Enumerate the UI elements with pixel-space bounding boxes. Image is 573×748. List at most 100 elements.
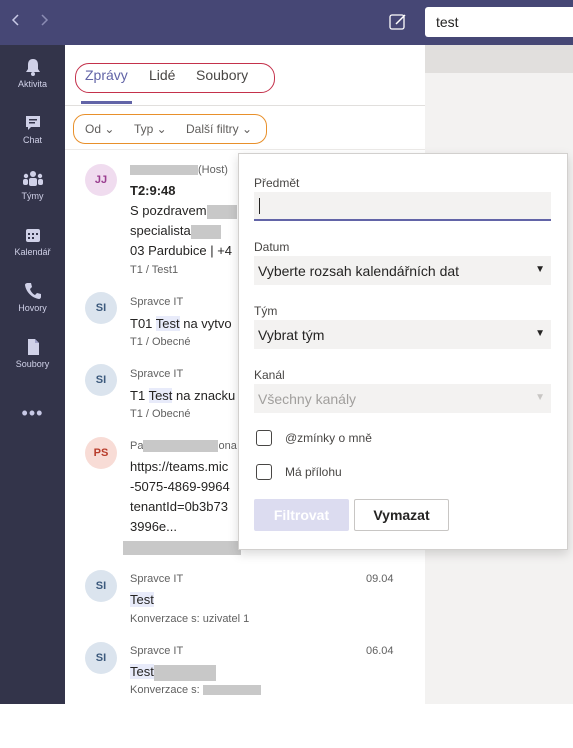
message-line: -5075-4869-9964 <box>130 479 230 494</box>
message-location: T1 / Obecné <box>130 408 191 420</box>
message-line-text: specialista <box>130 223 191 238</box>
date-range-value: Vyberte rozsah kalendářních dat <box>258 263 460 279</box>
tab-people[interactable]: Lidé <box>149 67 175 83</box>
team-label: Tým <box>254 304 278 318</box>
filter-from[interactable]: Od ⌄ <box>85 122 114 136</box>
rail-item-chat[interactable]: Chat <box>0 113 65 145</box>
message-sender: Spravce IT <box>130 645 184 657</box>
message-sender: Pa ona <box>130 440 237 453</box>
team-value: Vybrat tým <box>258 327 325 343</box>
search-highlight: Test <box>130 592 154 607</box>
message-location: T1 / Test1 <box>130 264 179 276</box>
rail-item-teams[interactable]: Týmy <box>0 169 65 201</box>
app-rail: Aktivita Chat Týmy Kalendář Hovory Soubo… <box>0 45 65 704</box>
chevron-left-icon[interactable] <box>10 11 22 32</box>
message-line: 03 Pardubice | +4 <box>130 243 233 258</box>
message-line-prefix: T01 <box>130 316 156 331</box>
avatar: SI <box>85 642 117 674</box>
caret-down-icon: ▼ <box>535 392 545 403</box>
teams-icon <box>22 171 43 186</box>
file-icon <box>27 339 39 355</box>
tab-files[interactable]: Soubory <box>196 67 248 83</box>
message-item[interactable]: SI Spravce IT 09.04 Test Konverzace s: u… <box>65 570 425 630</box>
search-highlight: Test <box>148 388 173 403</box>
bell-icon <box>25 59 40 76</box>
active-tab-indicator <box>81 101 132 104</box>
message-line: T2:9:48 <box>130 183 176 198</box>
avatar: JJ <box>85 164 117 196</box>
rail-label: Chat <box>22 135 42 145</box>
filter-type[interactable]: Typ ⌄ <box>134 122 167 136</box>
date-range-select[interactable]: Vyberte rozsah kalendářních dat ▼ <box>254 256 551 285</box>
redacted-text <box>153 664 216 681</box>
divider <box>65 105 425 106</box>
mentions-checkbox[interactable] <box>256 430 272 446</box>
caret-down-icon: ▼ <box>535 328 545 339</box>
redacted-text <box>190 224 221 239</box>
message-line: tenantId=0b3b73 <box>130 499 228 514</box>
message-location: Konverzace s: uzivatel 1 <box>130 613 250 625</box>
redacted-text <box>130 165 198 176</box>
top-bar: test <box>0 0 573 45</box>
mentions-label: @zmínky o mně <box>285 431 372 445</box>
more-apps-icon[interactable]: ••• <box>0 403 65 424</box>
filter-button[interactable]: Filtrovat <box>254 499 349 531</box>
subject-input[interactable] <box>254 192 551 221</box>
rail-item-calls[interactable]: Hovory <box>0 281 65 313</box>
message-item[interactable]: SI Spravce IT 06.04 Test Konverzace s: <box>65 642 425 702</box>
phone-icon <box>24 283 41 299</box>
channel-label: Kanál <box>254 368 285 382</box>
search-input[interactable]: test <box>425 7 573 37</box>
message-line: Test <box>130 592 154 607</box>
rail-item-activity[interactable]: Aktivita <box>0 57 65 89</box>
avatar: SI <box>85 364 117 396</box>
message-location: T1 / Obecné <box>130 336 191 348</box>
divider <box>65 149 425 150</box>
sender-suffix: ona <box>218 440 237 452</box>
filter-more[interactable]: Další filtry ⌄ <box>186 122 252 136</box>
avatar: SI <box>85 292 117 324</box>
filter-label: Od <box>85 122 102 136</box>
date-label: Datum <box>254 240 290 254</box>
message-line: Test <box>130 664 216 681</box>
caret-down-icon: ▼ <box>535 264 545 275</box>
message-location-text: Konverzace s: <box>130 684 200 696</box>
message-line-suffix: na vytvo <box>179 316 232 331</box>
clear-button[interactable]: Vymazat <box>354 499 449 531</box>
compose-icon[interactable] <box>388 12 408 32</box>
message-date: 09.04 <box>366 573 394 585</box>
tab-messages[interactable]: Zprávy <box>85 67 128 83</box>
message-sender: (Host) <box>130 164 228 176</box>
message-line: https://teams.mic <box>130 459 229 474</box>
filter-label: Další filtry <box>186 122 239 136</box>
rail-item-files[interactable]: Soubory <box>0 337 65 369</box>
chevron-right-icon[interactable] <box>38 11 50 32</box>
search-highlight: Test <box>130 664 154 679</box>
avatar: PS <box>85 437 117 469</box>
rail-label: Kalendář <box>14 247 51 257</box>
content-header <box>425 45 573 73</box>
sender-prefix: Pa <box>130 440 144 452</box>
avatar: SI <box>85 570 117 602</box>
search-highlight: Test <box>155 316 180 331</box>
redacted-text <box>202 685 261 696</box>
message-line-suffix: na znacku <box>172 388 236 403</box>
rail-item-calendar[interactable]: Kalendář <box>0 225 65 257</box>
message-line-text: S pozdravem <box>130 203 207 218</box>
team-select[interactable]: Vybrat tým ▼ <box>254 320 551 349</box>
message-line: T01 Test na vytvo <box>130 316 232 331</box>
chat-icon <box>25 116 40 130</box>
message-line-prefix: T1 <box>130 388 149 403</box>
rail-label: Týmy <box>21 191 44 201</box>
message-date: 06.04 <box>366 645 394 657</box>
redacted-block <box>123 540 241 555</box>
channel-value: Všechny kanály <box>258 391 357 407</box>
subject-label: Předmět <box>254 176 300 190</box>
attachment-checkbox[interactable] <box>256 464 272 480</box>
rail-label: Aktivita <box>17 79 47 89</box>
calendar-icon <box>25 229 40 242</box>
sender-suffix: (Host) <box>198 164 228 176</box>
message-location: Konverzace s: <box>130 684 261 696</box>
message-line: 3996e... <box>130 519 177 534</box>
message-sender: Spravce IT <box>130 368 184 380</box>
